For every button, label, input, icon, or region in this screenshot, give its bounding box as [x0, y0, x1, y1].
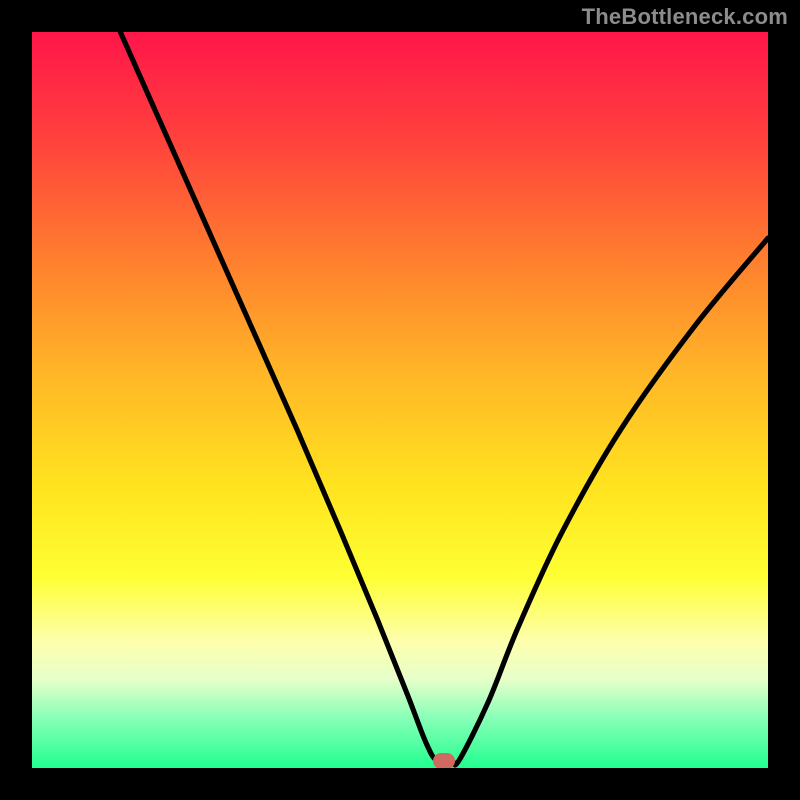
- curve-path: [120, 32, 768, 765]
- chart-frame: TheBottleneck.com: [0, 0, 800, 800]
- attribution-label: TheBottleneck.com: [582, 4, 788, 30]
- bottleneck-curve: [32, 32, 768, 768]
- plot-area: [32, 32, 768, 768]
- min-marker: [433, 753, 455, 768]
